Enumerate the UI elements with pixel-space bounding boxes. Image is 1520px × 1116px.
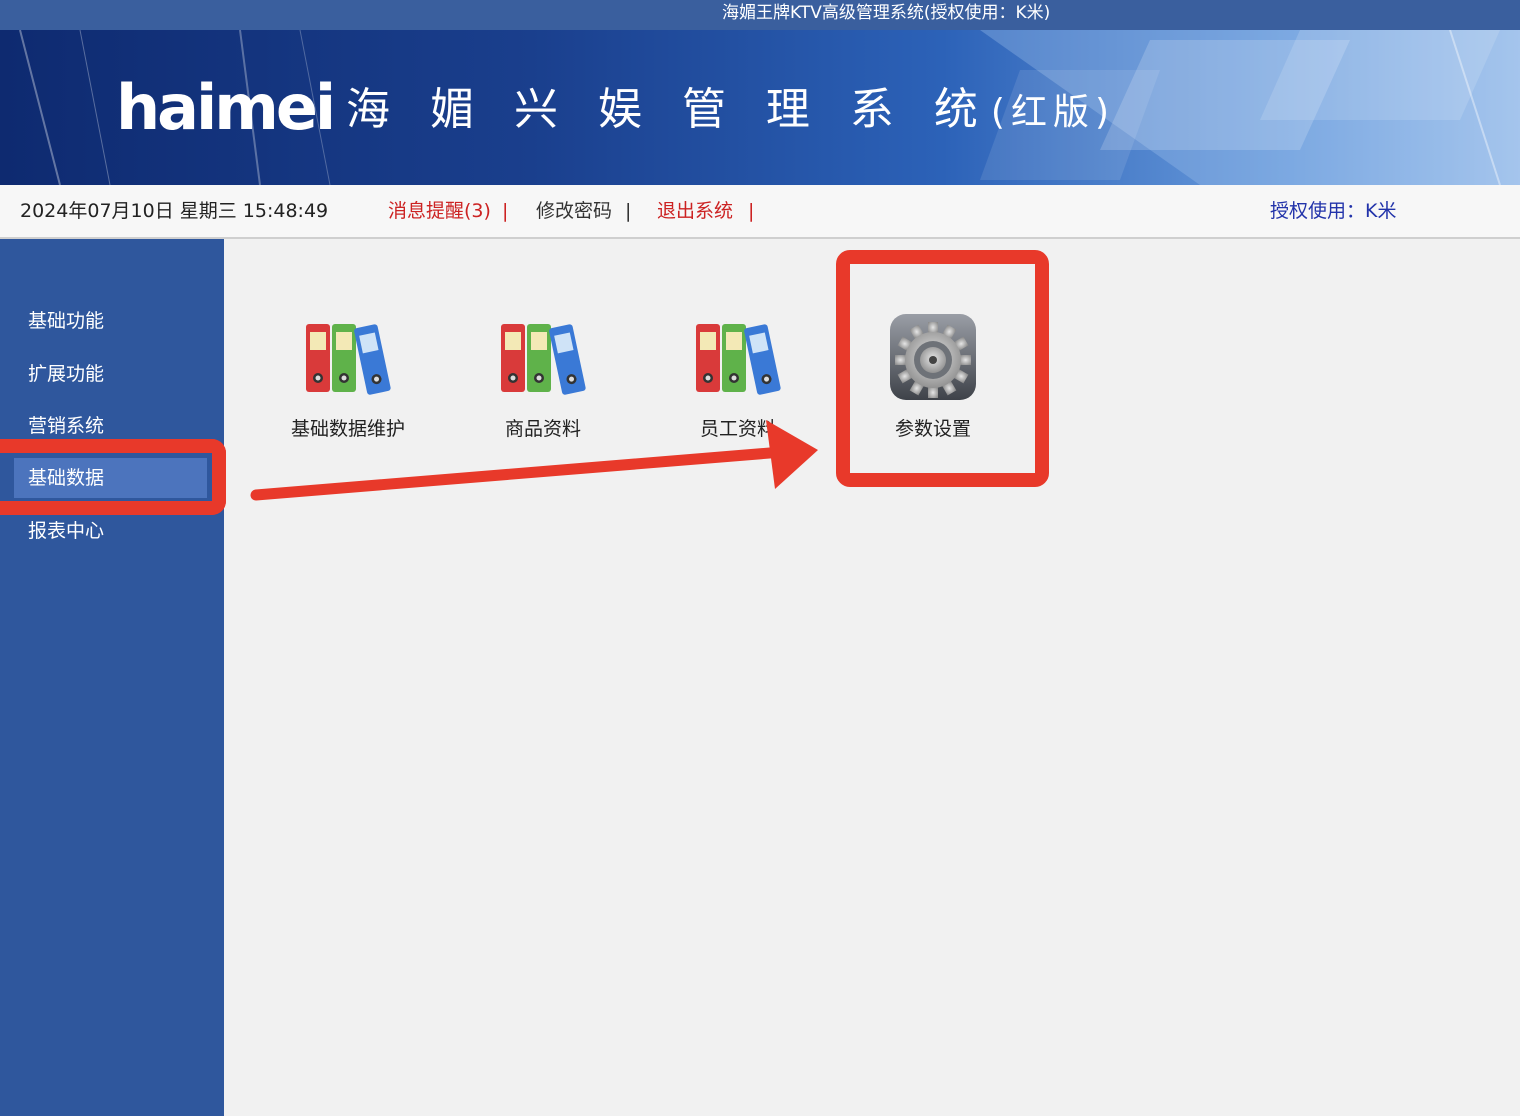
annotation-box-sidebar xyxy=(0,439,226,515)
tile-basic-data-maintenance[interactable]: 基础数据维护 xyxy=(268,318,428,448)
tile-label: 商品资料 xyxy=(504,418,581,440)
current-datetime: 2024年07月10日 星期三 15:48:49 xyxy=(20,200,329,222)
separator: | xyxy=(502,200,509,222)
sidebar-item-basic-functions[interactable]: 基础功能 xyxy=(14,301,207,341)
system-title: 海 媚 兴 娱 管 理 系 统(红版) xyxy=(346,80,1115,143)
binders-icon xyxy=(696,324,781,395)
system-edition: (红版) xyxy=(990,92,1115,133)
annotation-box-settings xyxy=(836,250,1049,487)
separator: | xyxy=(625,200,632,222)
header-banner: haimei 海 媚 兴 娱 管 理 系 统(红版) xyxy=(0,30,1520,185)
sidebar: 基础功能 扩展功能 营销系统 基础数据 报表中心 xyxy=(0,239,224,1116)
change-password-link[interactable]: 修改密码 xyxy=(536,185,612,237)
license-info: 授权使用：K米 xyxy=(1270,200,1397,222)
binders-icon xyxy=(501,324,586,395)
system-name: 海 媚 兴 娱 管 理 系 统 xyxy=(346,84,991,135)
window-title-bar: 海媚王牌KTV高级管理系统(授权使用：K米) xyxy=(0,0,1520,30)
tile-employee-info[interactable]: 员工资料 xyxy=(658,318,818,448)
separator: | xyxy=(748,200,755,222)
message-reminder-link[interactable]: 消息提醒(3) xyxy=(388,185,491,237)
logout-link[interactable]: 退出系统 xyxy=(657,185,733,237)
tile-label: 员工资料 xyxy=(699,418,776,440)
binders-icon xyxy=(306,324,391,395)
sidebar-item-extended-functions[interactable]: 扩展功能 xyxy=(14,354,207,394)
info-bar: 2024年07月10日 星期三 15:48:49 消息提醒(3) | 修改密码 … xyxy=(0,185,1520,239)
tile-label: 基础数据维护 xyxy=(290,418,405,440)
window-title: 海媚王牌KTV高级管理系统(授权使用：K米) xyxy=(722,3,1051,23)
sidebar-item-report-center[interactable]: 报表中心 xyxy=(14,511,207,551)
haimei-logo: haimei xyxy=(116,71,336,144)
tile-product-info[interactable]: 商品资料 xyxy=(463,318,623,448)
